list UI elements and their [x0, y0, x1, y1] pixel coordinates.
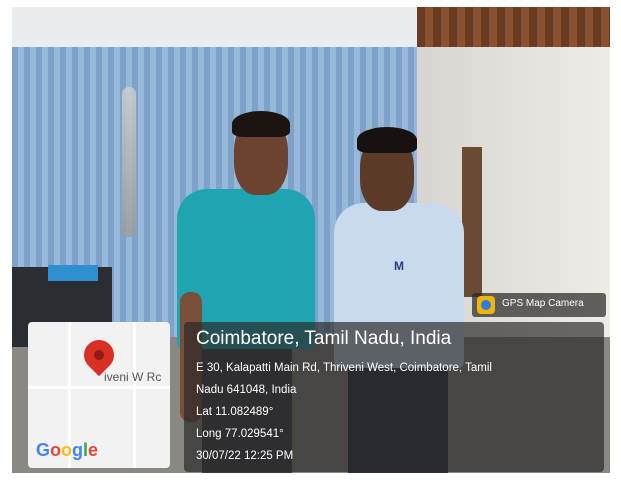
timestamp: 30/07/22 12:25 PM: [196, 450, 294, 462]
longitude: Long 77.029541°: [196, 428, 284, 440]
photo-frame: M GPS Map Camera iveni W Rc Google Coimb…: [12, 7, 610, 473]
address-line-1: E 30, Kalapatti Main Rd, Thriveni West, …: [196, 362, 492, 374]
location-title: Coimbatore, Tamil Nadu, India: [196, 328, 452, 349]
map-street-label: iveni W Rc: [104, 370, 162, 384]
shirt-logo: M: [394, 259, 404, 273]
map-road: [133, 322, 136, 468]
person-left-hair: [232, 111, 290, 137]
camera-app-icon: [477, 296, 495, 314]
location-info-panel: Coimbatore, Tamil Nadu, India E 30, Kala…: [184, 322, 604, 472]
map-pin-dot: [94, 350, 104, 360]
address-line-2: Nadu 641048, India: [196, 384, 297, 396]
map-thumbnail: iveni W Rc Google: [28, 322, 170, 468]
gps-map-camera-badge: GPS Map Camera: [472, 293, 606, 317]
google-logo: Google: [36, 440, 99, 460]
latitude: Lat 11.082489°: [196, 406, 274, 418]
map-road: [28, 386, 170, 389]
wood-ceiling: [417, 7, 610, 47]
badge-label: GPS Map Camera: [502, 298, 584, 309]
blue-object-on-desk: [48, 265, 98, 281]
hanging-lamp: [122, 87, 136, 237]
person-right-hair: [357, 127, 417, 153]
corridor-door: [462, 147, 482, 297]
